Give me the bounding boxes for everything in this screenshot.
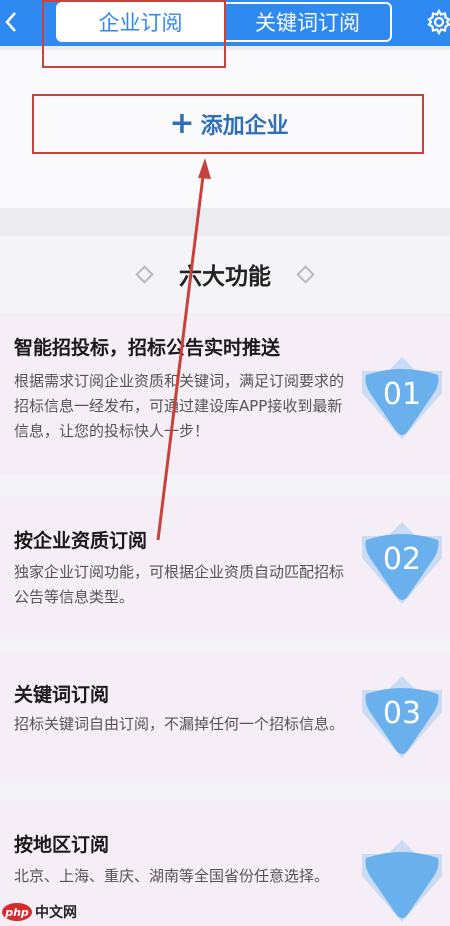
- feature-description: 招标关键词自由订阅，不漏掉任何一个招标信息。: [14, 715, 345, 733]
- php-logo: php: [2, 903, 32, 921]
- tab-company-subscription[interactable]: 企业订阅: [58, 4, 223, 40]
- chevron-left-icon: [5, 12, 16, 32]
- feature-title: 智能招投标，招标公告实时推送: [14, 337, 281, 359]
- watermark-text: 中文网: [35, 905, 77, 921]
- diamond-icon: [135, 264, 154, 284]
- feature-title: 按企业资质订阅: [14, 530, 148, 552]
- feature-description: 独家企业订阅功能，可根据企业资质自动匹配招标公告等信息类型。: [14, 563, 345, 606]
- feature-number: 03: [382, 696, 422, 731]
- feature-title: 关键词订阅: [14, 684, 110, 706]
- feature-card: 智能招投标，招标公告实时推送 根据需求订阅企业资质和关键词，满足订阅要求的招标信…: [0, 313, 450, 475]
- diamond-icon: [296, 264, 315, 284]
- features-heading: 六大功能: [0, 256, 450, 292]
- feature-badge: 02: [356, 518, 448, 610]
- settings-button[interactable]: [424, 6, 450, 38]
- feature-badge: 01: [356, 353, 448, 445]
- add-company-label: 添加企业: [200, 113, 289, 139]
- feature-number: 01: [382, 377, 422, 412]
- feature-title: 按地区订阅: [14, 834, 110, 856]
- feature-badge: 03: [356, 672, 448, 764]
- back-button[interactable]: [0, 6, 22, 38]
- top-bar: 企业订阅 关键词订阅: [0, 0, 450, 46]
- tab-keyword-subscription[interactable]: 关键词订阅: [223, 4, 390, 40]
- triangle-badge-icon: [362, 840, 442, 922]
- feature-description: 北京、上海、重庆、湖南等全国省份任意选择。: [14, 867, 330, 885]
- feature-number: 02: [382, 542, 422, 577]
- features-title: 六大功能: [179, 264, 271, 290]
- gear-icon: [427, 9, 450, 35]
- plus-icon: +: [169, 105, 195, 141]
- add-company-button[interactable]: + 添加企业: [35, 96, 423, 151]
- feature-card: 按企业资质订阅 独家企业订阅功能，可根据企业资质自动匹配招标公告等信息类型。 0…: [0, 496, 450, 634]
- feature-card: 关键词订阅 招标关键词自由订阅，不漏掉任何一个招标信息。 03: [0, 652, 450, 782]
- feature-badge: [356, 836, 448, 926]
- feature-description: 根据需求订阅企业资质和关键词，满足订阅要求的招标信息一经发布，可通过建设库APP…: [14, 372, 345, 440]
- watermark: php 中文网: [2, 902, 77, 922]
- subscription-tab-switcher: 企业订阅 关键词订阅: [56, 2, 392, 42]
